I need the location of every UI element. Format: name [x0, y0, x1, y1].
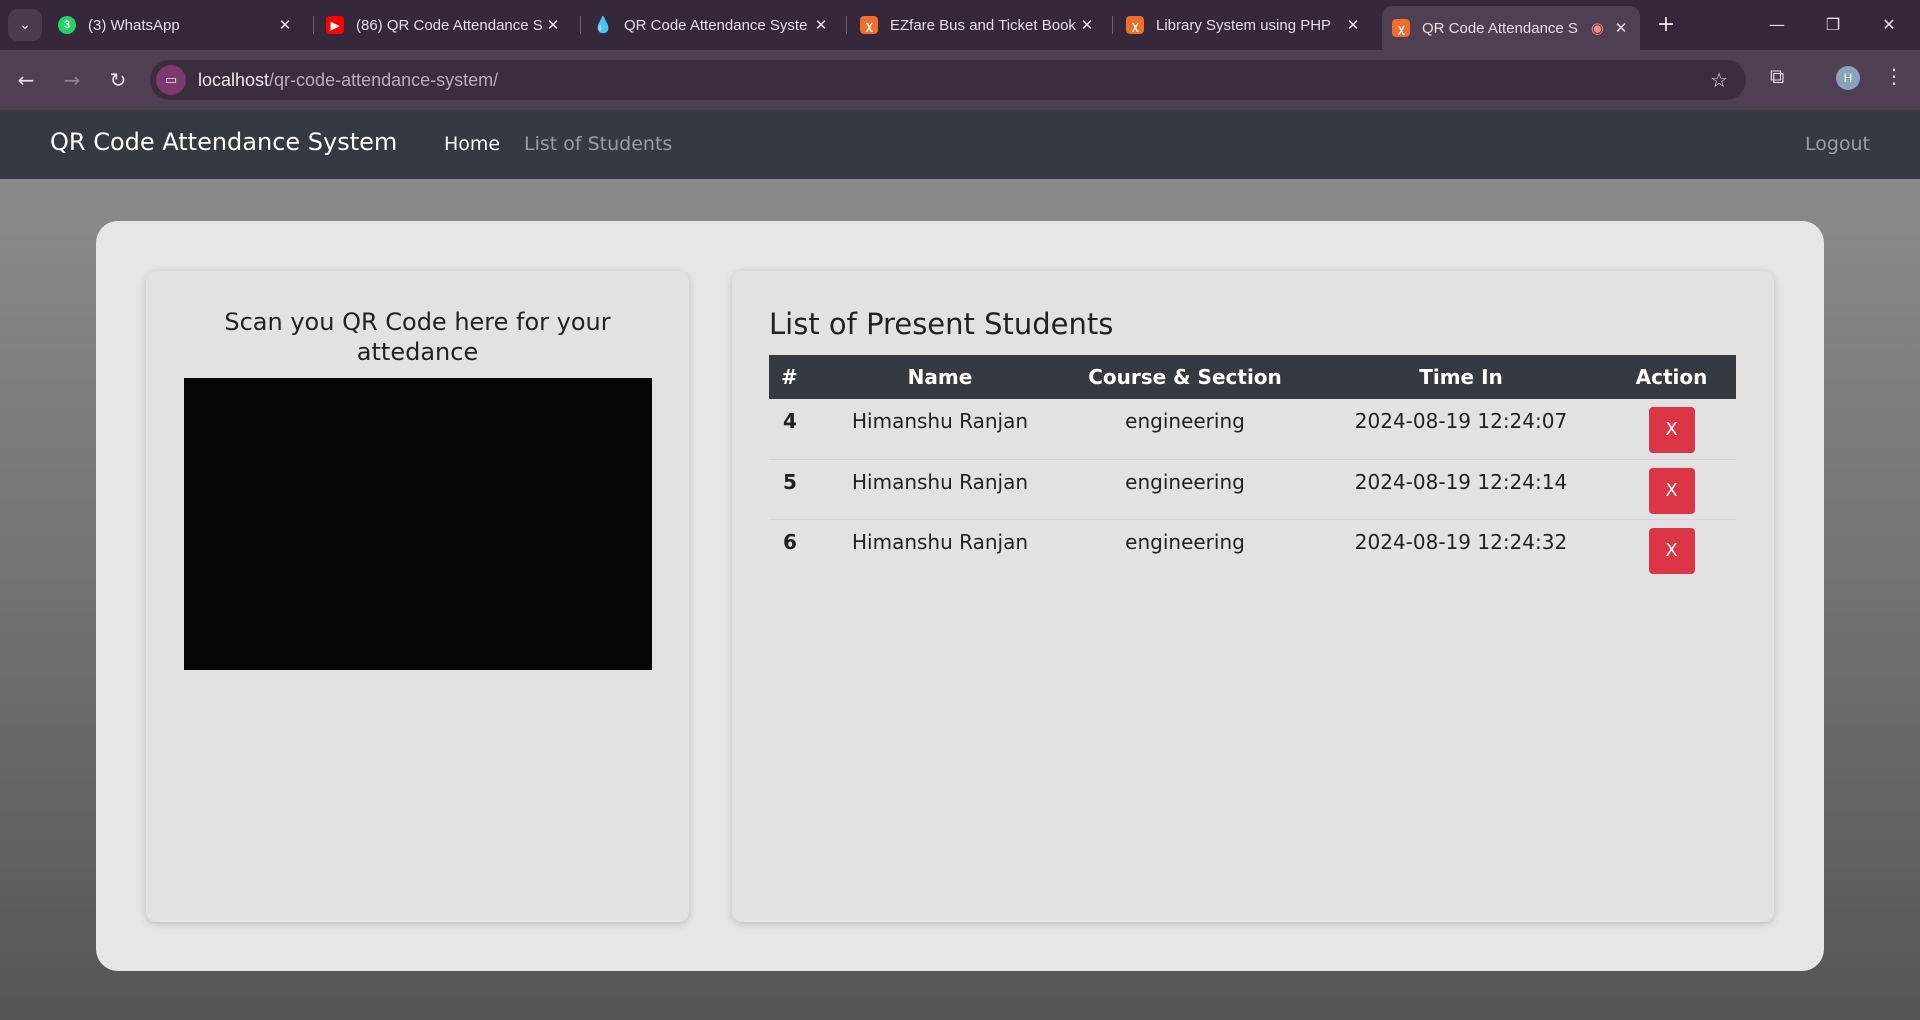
site-info-icon[interactable]: ▭	[156, 65, 186, 95]
close-tab-icon[interactable]: ✕	[1078, 16, 1096, 34]
bookmark-star-icon[interactable]: ☆	[1710, 68, 1728, 92]
extensions-icon[interactable]: ⧉	[1770, 64, 1784, 88]
tab-title: (3) WhatsApp	[88, 16, 180, 34]
cell-time-in: 2024-08-19 12:24:07	[1315, 399, 1607, 460]
scanner-title: Scan you QR Code here for your attedance	[224, 308, 611, 366]
tab-strip: ⌄ 3 (3) WhatsApp ✕ ▶ (86) QR Code Attend…	[0, 0, 1920, 50]
close-tab-icon[interactable]: ✕	[1612, 19, 1630, 37]
cell-course: engineering	[1055, 459, 1315, 520]
cell-name: Himanshu Ranjan	[825, 399, 1055, 460]
cell-id: 6	[783, 529, 797, 554]
col-header-course: Course & Section	[1088, 365, 1282, 389]
cell-name: Himanshu Ranjan	[851, 529, 1028, 554]
tab-divider	[580, 16, 581, 34]
logout-link[interactable]: Logout	[1805, 133, 1870, 155]
tab-qr-drupal[interactable]: 💧 QR Code Attendance Syste ✕	[584, 6, 840, 44]
col-header-number: #	[781, 365, 798, 389]
cell-id: 4	[769, 399, 825, 460]
forward-icon[interactable]: →	[58, 66, 86, 94]
cell-time-in: 2024-08-19 12:24:32	[1354, 529, 1568, 554]
minimize-icon[interactable]: —	[1754, 8, 1800, 40]
address-bar[interactable]: ▭ localhost/qr-code-attendance-system/ ☆	[150, 60, 1746, 100]
whatsapp-icon: 3	[58, 16, 76, 34]
new-tab-icon[interactable]: +	[1652, 10, 1680, 38]
xampp-icon: ꭓ	[1392, 19, 1410, 37]
xampp-icon: ꭓ	[1126, 16, 1144, 34]
url-text[interactable]: localhost/qr-code-attendance-system/	[198, 70, 498, 91]
close-tab-icon[interactable]: ✕	[812, 16, 830, 34]
cell-name: Himanshu Ranjan	[825, 459, 1055, 520]
tab-whatsapp[interactable]: 3 (3) WhatsApp ✕	[48, 6, 304, 44]
tab-divider	[846, 16, 847, 34]
attendance-table: # Name Course & Section Time In Action 4…	[769, 355, 1736, 579]
xampp-icon: ꭓ	[860, 16, 878, 34]
page: QR Code Attendance System Home List of S…	[0, 110, 1920, 1020]
table-row: 5 Himanshu Ranjan engineering 2024-08-19…	[769, 459, 1736, 520]
close-tab-icon[interactable]: ✕	[276, 16, 294, 34]
app-navbar: QR Code Attendance System Home List of S…	[0, 110, 1920, 179]
url-host: localhost	[198, 69, 270, 90]
tab-title: QR Code Attendance S	[1422, 19, 1578, 37]
close-window-icon[interactable]: ✕	[1866, 8, 1912, 40]
tab-title: EZfare Bus and Ticket Book	[890, 16, 1076, 34]
drupal-icon: 💧	[593, 17, 613, 34]
table-row: 6 Himanshu Ranjan engineering 2024-08-19…	[769, 519, 1736, 579]
attendance-title: List of Present Students	[769, 307, 1114, 341]
nav-list-of-students[interactable]: List of Students	[524, 133, 672, 155]
close-tab-icon[interactable]: ✕	[544, 16, 562, 34]
attendance-card: List of Present Students # Name Course &…	[732, 271, 1774, 922]
recording-icon: ◉	[1590, 20, 1604, 37]
brand-title[interactable]: QR Code Attendance System	[50, 128, 397, 156]
nav-home[interactable]: Home	[444, 133, 500, 155]
table-header-row: # Name Course & Section Time In Action	[769, 355, 1736, 399]
tab-search-chevron-icon[interactable]: ⌄	[8, 9, 42, 41]
tab-title: QR Code Attendance Syste	[624, 16, 808, 34]
tab-library[interactable]: ꭓ Library System using PHP ✕	[1116, 6, 1372, 44]
delete-button[interactable]: X	[1648, 407, 1695, 453]
back-icon[interactable]: ←	[12, 66, 40, 94]
table-row: 4 Himanshu Ranjan engineering 2024-08-19…	[769, 399, 1736, 460]
cell-action: X	[1607, 399, 1736, 460]
qr-camera-preview	[184, 378, 652, 670]
cell-action: X	[1607, 519, 1736, 579]
restore-icon[interactable]: ❐	[1810, 8, 1856, 40]
cell-action: X	[1607, 459, 1736, 520]
delete-button[interactable]: X	[1648, 467, 1695, 514]
cell-course: engineering	[1125, 529, 1245, 554]
cell-time-in: 2024-08-19 12:24:14	[1315, 459, 1607, 520]
reload-icon[interactable]: ↻	[104, 66, 132, 94]
col-header-name: Name	[907, 365, 973, 389]
tab-divider	[313, 16, 314, 34]
close-tab-icon[interactable]: ✕	[1344, 16, 1362, 34]
scanner-card: Scan you QR Code here for your attedance	[146, 271, 689, 922]
tab-youtube[interactable]: ▶ (86) QR Code Attendance S ✕	[316, 6, 572, 44]
browser-toolbar: ← → ↻ ▭ localhost/qr-code-attendance-sys…	[0, 50, 1920, 110]
tab-divider	[1112, 16, 1113, 34]
tab-title: Library System using PHP	[1156, 16, 1332, 34]
main-card: Scan you QR Code here for your attedance…	[96, 221, 1824, 971]
tab-ezfare[interactable]: ꭓ EZfare Bus and Ticket Book ✕	[850, 6, 1106, 44]
delete-button[interactable]: X	[1648, 527, 1695, 574]
menu-dots-icon[interactable]: ⋮	[1884, 64, 1904, 88]
col-header-action: Action	[1635, 365, 1708, 389]
tab-qr-active[interactable]: ꭓ QR Code Attendance S ◉ ✕	[1382, 6, 1640, 50]
col-header-time-in: Time In	[1419, 365, 1503, 389]
cell-id: 5	[769, 459, 825, 520]
youtube-icon: ▶	[326, 16, 344, 34]
url-path: /qr-code-attendance-system/	[269, 69, 499, 90]
cell-course: engineering	[1055, 399, 1315, 460]
tab-title: (86) QR Code Attendance S	[356, 16, 543, 34]
profile-avatar[interactable]: H	[1836, 66, 1860, 90]
